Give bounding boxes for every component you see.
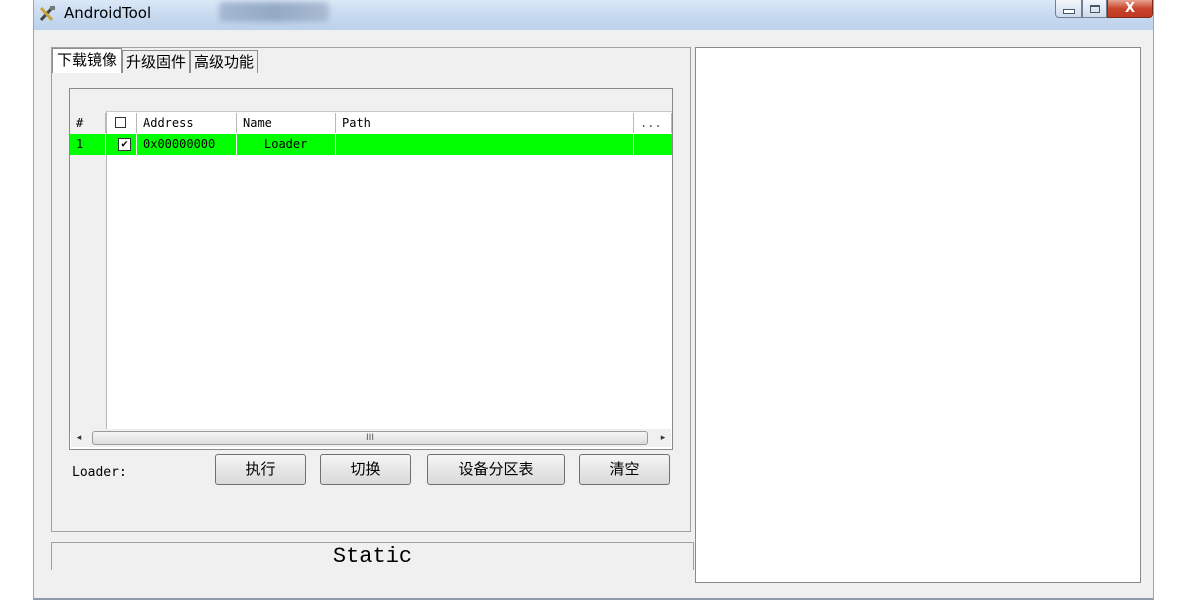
close-button[interactable]: X	[1107, 0, 1153, 18]
row-address: 0x00000000	[137, 134, 237, 155]
column-header-path[interactable]: Path	[336, 113, 634, 133]
status-text: Static	[332, 544, 413, 569]
clear-button[interactable]: 清空	[579, 454, 670, 485]
scroll-left-icon[interactable]: ◂	[71, 429, 87, 447]
tab-strip: 下载镜像 升级固件 高级功能	[52, 48, 259, 74]
table-row[interactable]: 1 ✔ 0x00000000 Loader	[70, 134, 672, 155]
execute-button[interactable]: 执行	[215, 454, 306, 485]
app-tools-icon	[39, 6, 55, 22]
switch-button[interactable]: 切换	[320, 454, 411, 485]
select-all-checkbox[interactable]	[115, 117, 126, 128]
column-header-more[interactable]: ...	[634, 113, 672, 133]
column-header-name[interactable]: Name	[237, 113, 336, 133]
minimize-icon	[1062, 9, 1075, 14]
device-partition-button[interactable]: 设备分区表	[427, 454, 565, 485]
window-controls: X	[1055, 0, 1153, 20]
close-icon: X	[1124, 1, 1136, 16]
tab-advanced[interactable]: 高级功能	[190, 50, 259, 73]
column-header-check[interactable]	[106, 113, 137, 133]
row-header-column	[70, 111, 107, 433]
column-header-index[interactable]: #	[70, 113, 106, 133]
row-name: Loader	[237, 134, 336, 155]
row-path[interactable]	[336, 134, 634, 155]
blurred-title-region	[219, 2, 329, 22]
window-title: AndroidTool	[64, 4, 152, 22]
row-more[interactable]	[634, 134, 672, 155]
column-header-address[interactable]: Address	[137, 113, 237, 133]
row-check-cell: ✔	[106, 134, 137, 155]
title-bar[interactable]: AndroidTool X	[34, 0, 1153, 30]
list-top-strip	[70, 89, 672, 112]
maximize-button[interactable]	[1082, 0, 1107, 18]
scroll-thumb[interactable]: III	[92, 431, 648, 445]
loader-label: Loader:	[72, 465, 127, 480]
maximize-icon	[1089, 4, 1100, 13]
partition-list[interactable]: # Address Name Path ... 1 ✔ 0x00000000 L…	[69, 88, 673, 450]
status-bar: Static	[51, 542, 694, 570]
scroll-right-icon[interactable]: ▸	[655, 429, 671, 447]
row-index: 1	[70, 134, 106, 155]
minimize-button[interactable]	[1055, 0, 1082, 18]
list-header: # Address Name Path ...	[70, 113, 672, 133]
row-checkbox[interactable]: ✔	[118, 138, 131, 151]
tab-upgrade-firmware[interactable]: 升级固件	[122, 50, 191, 73]
log-output-panel[interactable]	[695, 47, 1141, 583]
horizontal-scrollbar[interactable]: ◂ III ▸	[71, 429, 671, 447]
app-window: AndroidTool X 下载镜像 升级固件 高级功能 # Address N…	[33, 0, 1154, 600]
tab-download-image[interactable]: 下载镜像	[52, 48, 123, 73]
